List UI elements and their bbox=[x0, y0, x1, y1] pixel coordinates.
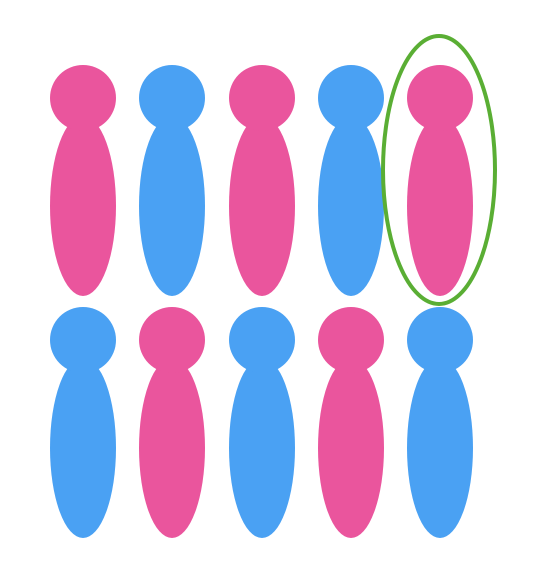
figure-head bbox=[318, 65, 384, 131]
figure-body bbox=[50, 358, 116, 538]
figure-head bbox=[50, 65, 116, 131]
figure-head bbox=[407, 65, 473, 131]
figure-body bbox=[139, 116, 205, 296]
figure-body bbox=[229, 358, 295, 538]
figure-head bbox=[229, 65, 295, 131]
figure-body bbox=[229, 116, 295, 296]
person-figure-blue bbox=[318, 65, 384, 296]
person-figure-pink bbox=[318, 307, 384, 538]
person-figure-pink bbox=[139, 307, 205, 538]
figure-head bbox=[407, 307, 473, 373]
figure-body bbox=[139, 358, 205, 538]
figure-head bbox=[139, 65, 205, 131]
figure-body bbox=[407, 358, 473, 538]
figure-body bbox=[318, 358, 384, 538]
person-figure-blue bbox=[50, 307, 116, 538]
person-figure-pink bbox=[229, 65, 295, 296]
person-figure-pink bbox=[50, 65, 116, 296]
person-figure-pink bbox=[407, 65, 473, 296]
figure-body bbox=[50, 116, 116, 296]
figure-body bbox=[407, 116, 473, 296]
figure-grid bbox=[50, 34, 497, 538]
person-figure-blue bbox=[407, 307, 473, 538]
figure-head bbox=[318, 307, 384, 373]
figure-head bbox=[50, 307, 116, 373]
person-figure-blue bbox=[139, 65, 205, 296]
figure-head bbox=[139, 307, 205, 373]
figure-head bbox=[229, 307, 295, 373]
figure-body bbox=[318, 116, 384, 296]
person-figure-blue bbox=[229, 307, 295, 538]
